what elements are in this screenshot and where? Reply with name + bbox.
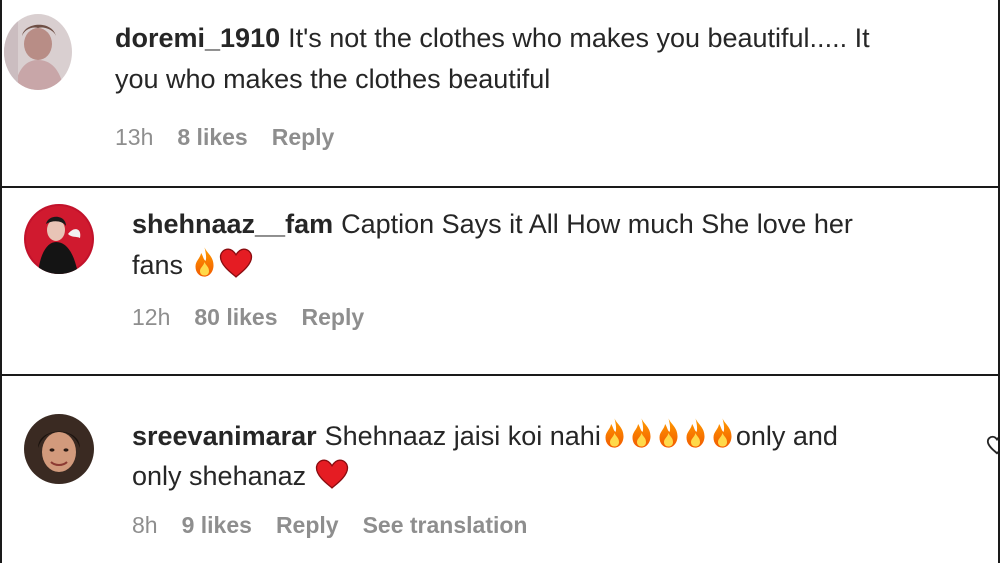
fire-emoji xyxy=(655,417,682,449)
comment-text-line2-row: only shehanaz xyxy=(132,456,350,497)
comment-meta: 8h 9 likes Reply See translation xyxy=(132,510,551,540)
fire-emoji xyxy=(601,417,628,449)
comment-time[interactable]: 8h xyxy=(132,512,158,538)
comment-body: sreevanimarar Shehnaaz jaisi koi nahi only… xyxy=(132,416,838,457)
comment-text-line2: you who makes the clothes beautiful xyxy=(115,64,551,94)
reply-button[interactable]: Reply xyxy=(302,304,365,330)
fire-emoji xyxy=(628,417,655,449)
comment-username[interactable]: doremi_1910 xyxy=(115,23,280,53)
comment-username[interactable]: sreevanimarar xyxy=(132,421,317,451)
comments-screen: doremi_1910 It's not the clothes who make… xyxy=(0,0,1000,563)
comment-body: doremi_1910 It's not the clothes who make… xyxy=(115,18,870,59)
comment-meta: 13h 8 likes Reply xyxy=(115,122,358,152)
reply-button[interactable]: Reply xyxy=(276,512,339,538)
fire-emoji xyxy=(709,417,736,449)
comment-text-line1: It's not the clothes who makes you beaut… xyxy=(288,23,870,53)
comment-body: shehnaaz__fam Caption Says it All How muc… xyxy=(132,204,853,245)
reply-button[interactable]: Reply xyxy=(272,124,335,150)
comment-likes[interactable]: 9 likes xyxy=(182,512,252,538)
comment-username[interactable]: shehnaaz__fam xyxy=(132,209,333,239)
comment-text-line2-row: you who makes the clothes beautiful xyxy=(115,59,550,100)
heart-emoji xyxy=(314,458,350,489)
comment-text-line1-post: only and xyxy=(735,421,838,451)
comment-text-line2: only shehanaz xyxy=(132,461,307,491)
heart-outline-icon[interactable] xyxy=(986,434,1000,456)
comment-text-line1: Caption Says it All How much She love he… xyxy=(341,209,853,239)
heart-emoji xyxy=(218,247,254,278)
avatar[interactable] xyxy=(24,204,94,274)
comment-time[interactable]: 12h xyxy=(132,304,170,330)
comment-item: sreevanimarar Shehnaaz jaisi koi nahi only… xyxy=(0,374,1000,563)
comment-item: shehnaaz__fam Caption Says it All How muc… xyxy=(0,186,1000,376)
comment-time[interactable]: 13h xyxy=(115,124,153,150)
comment-item: doremi_1910 It's not the clothes who make… xyxy=(0,0,1000,188)
comment-meta: 12h 80 likes Reply xyxy=(132,302,388,332)
comment-text-line2: fans xyxy=(132,250,184,280)
see-translation-button[interactable]: See translation xyxy=(363,512,528,538)
avatar[interactable] xyxy=(4,14,72,90)
comment-likes[interactable]: 8 likes xyxy=(177,124,247,150)
comment-likes[interactable]: 80 likes xyxy=(194,304,277,330)
comment-text-line1-pre: Shehnaaz jaisi koi nahi xyxy=(324,421,601,451)
comment-text-line2-row: fans xyxy=(132,245,254,286)
avatar[interactable] xyxy=(24,414,94,484)
fire-emoji xyxy=(191,246,218,278)
fire-emoji xyxy=(682,417,709,449)
